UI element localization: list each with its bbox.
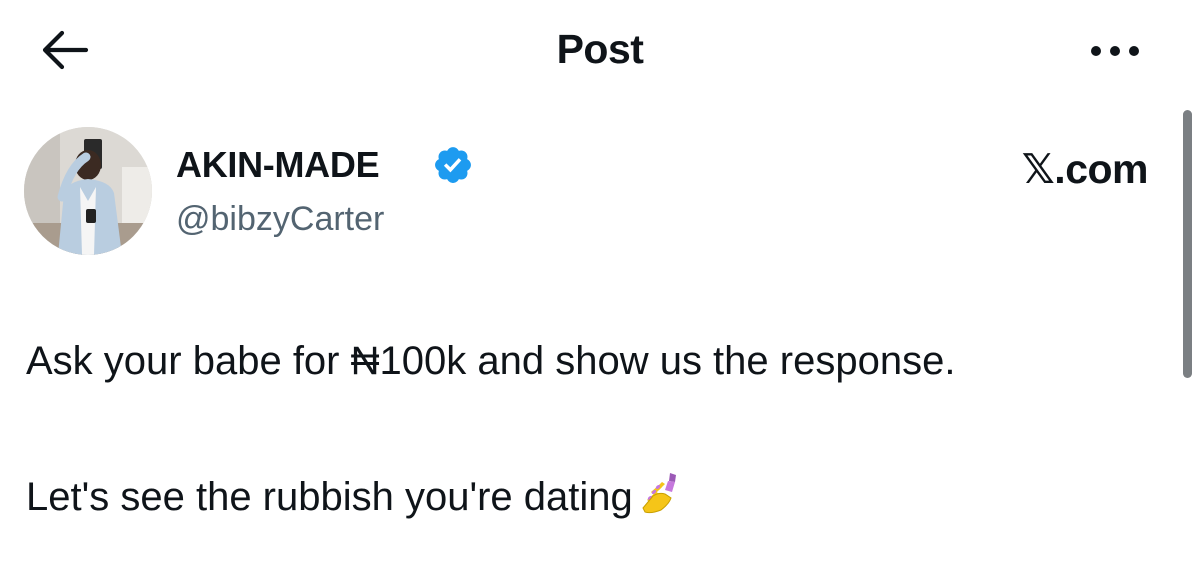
tweet-text-line-2-text: Let's see the rubbish you're dating <box>26 475 633 519</box>
top-bar: Post <box>0 0 1200 100</box>
source-watermark: 𝕏.com <box>1021 146 1149 192</box>
more-horizontal-icon <box>1091 46 1139 56</box>
nail-polish-emoji <box>642 473 676 514</box>
tweet-text-line-1: Ask your babe for ₦100k and show us the … <box>26 339 956 383</box>
avatar[interactable] <box>24 127 152 255</box>
author-name[interactable]: AKIN-MADE <box>176 143 380 187</box>
page-title: Post <box>556 26 644 72</box>
scrollbar[interactable] <box>1183 110 1192 378</box>
avatar-photo <box>24 127 152 255</box>
tweet-text-line-2: Let's see the rubbish you're dating <box>26 470 685 522</box>
more-options-button[interactable] <box>1080 26 1150 76</box>
author-handle[interactable]: @bibzyCarter <box>176 197 384 241</box>
verified-badge-icon <box>435 147 471 183</box>
